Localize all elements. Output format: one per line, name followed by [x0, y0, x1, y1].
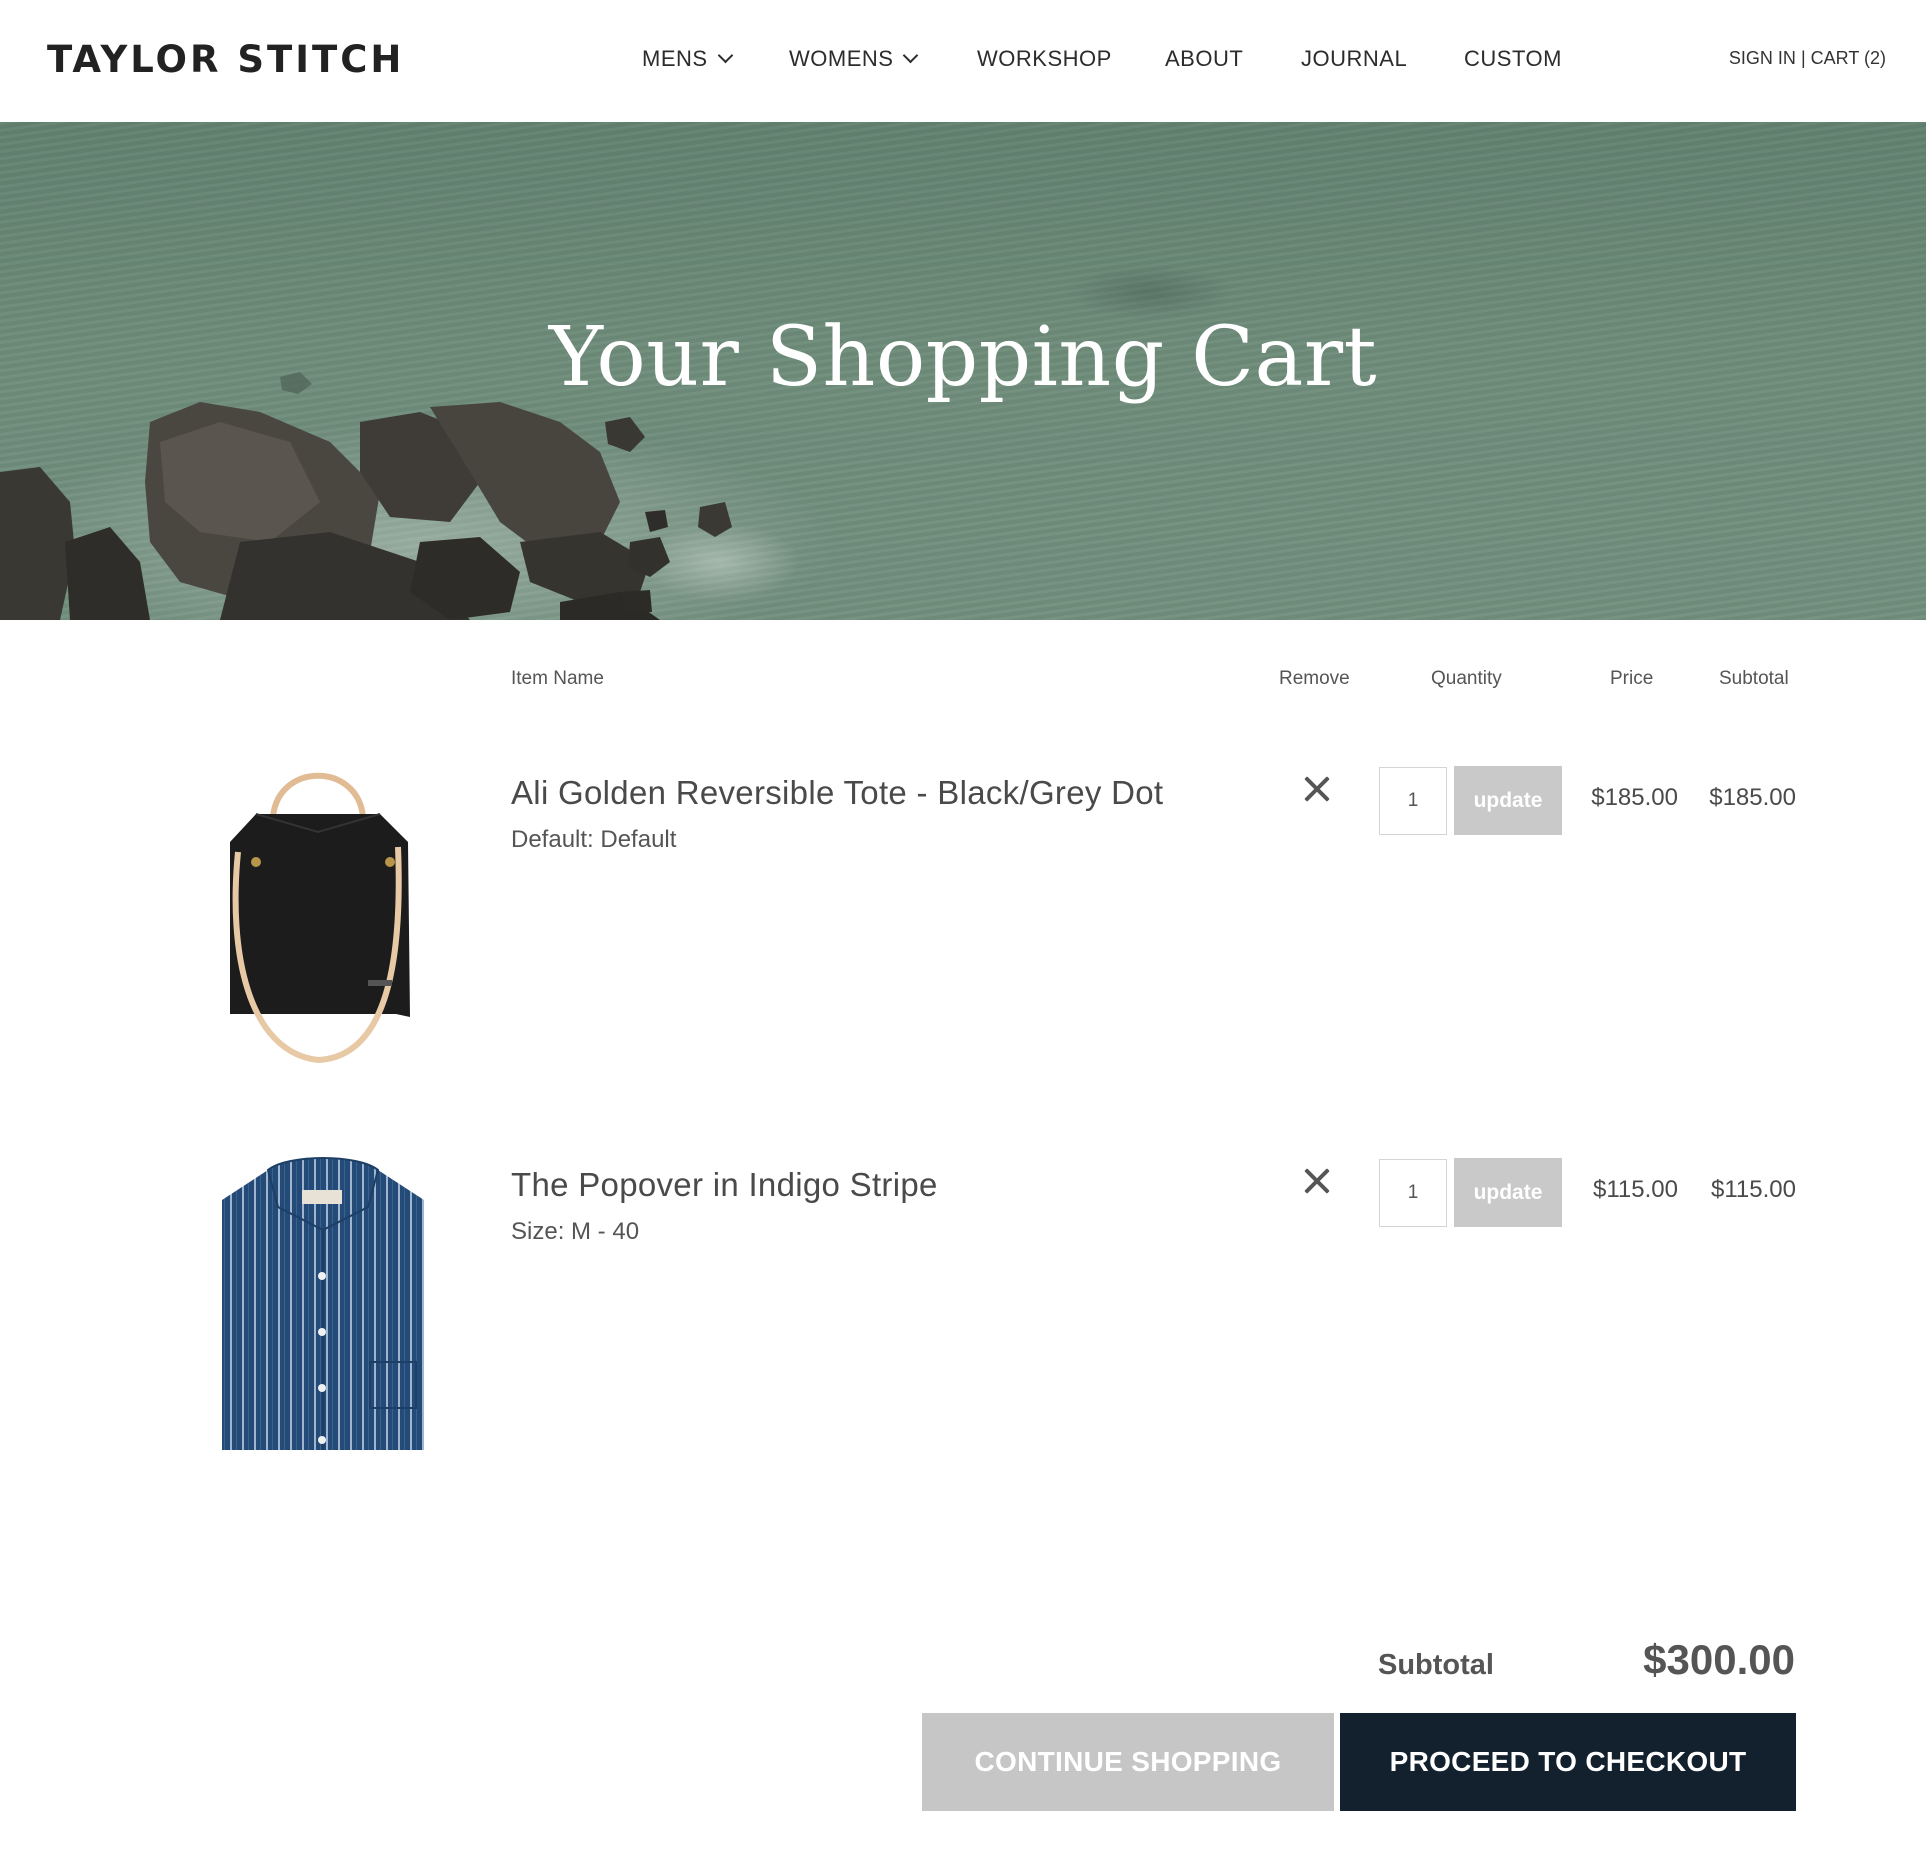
proceed-to-checkout-button[interactable]: PROCEED TO CHECKOUT — [1340, 1713, 1796, 1811]
quantity-input[interactable] — [1379, 767, 1447, 835]
nav-item-womens[interactable]: WOMENS — [789, 46, 919, 72]
site-logo[interactable]: TAYLOR STITCH — [47, 38, 404, 81]
item-variant: Size: M - 40 — [511, 1218, 640, 1245]
column-header-item-name: Item Name — [511, 668, 604, 689]
nav-item-custom[interactable]: CUSTOM — [1464, 46, 1562, 72]
item-name[interactable]: Ali Golden Reversible Tote - Black/Grey … — [511, 774, 1163, 812]
remove-icon[interactable] — [1300, 1165, 1334, 1199]
sign-in-link[interactable]: SIGN IN — [1729, 48, 1796, 68]
item-subtotal: $115.00 — [1711, 1176, 1796, 1203]
chevron-down-icon — [717, 47, 733, 64]
nav-item-mens[interactable]: MENS — [642, 46, 733, 72]
hero-banner: Your Shopping Cart — [0, 122, 1926, 620]
continue-shopping-button[interactable]: CONTINUE SHOPPING — [922, 1713, 1334, 1811]
item-variant: Default: Default — [511, 826, 677, 853]
item-name[interactable]: The Popover in Indigo Stripe — [511, 1166, 938, 1204]
nav-item-journal[interactable]: JOURNAL — [1301, 46, 1407, 72]
cart-subtotal-value: $300.00 — [1643, 1636, 1795, 1683]
update-button[interactable]: update — [1454, 1158, 1562, 1227]
nav-label: WOMENS — [789, 46, 894, 71]
item-subtotal: $185.00 — [1709, 784, 1796, 811]
page-title: Your Shopping Cart — [548, 310, 1378, 405]
cart-link[interactable]: CART (2) — [1811, 48, 1886, 68]
quantity-input[interactable] — [1379, 1159, 1447, 1227]
column-header-remove: Remove — [1279, 668, 1350, 689]
update-button[interactable]: update — [1454, 766, 1562, 835]
striped-shirt-image[interactable] — [218, 1152, 428, 1454]
column-header-price: Price — [1610, 668, 1654, 689]
account-links: SIGN IN | CART (2) — [1729, 48, 1886, 69]
item-price: $115.00 — [1593, 1176, 1678, 1203]
site-header: TAYLOR STITCH MENS WOMENS WORKSHOP ABOUT… — [0, 0, 1926, 122]
nav-label: MENS — [642, 46, 708, 71]
cart-subtotal-label: Subtotal — [1378, 1649, 1494, 1681]
chevron-down-icon — [903, 47, 919, 64]
separator: | — [1800, 48, 1806, 68]
tote-bag-image[interactable] — [218, 752, 418, 1068]
item-price: $185.00 — [1591, 784, 1678, 811]
nav-item-about[interactable]: ABOUT — [1165, 46, 1243, 72]
column-header-quantity: Quantity — [1431, 668, 1502, 689]
nav-item-workshop[interactable]: WORKSHOP — [977, 46, 1112, 72]
column-header-subtotal: Subtotal — [1719, 668, 1789, 689]
remove-icon[interactable] — [1300, 773, 1334, 807]
